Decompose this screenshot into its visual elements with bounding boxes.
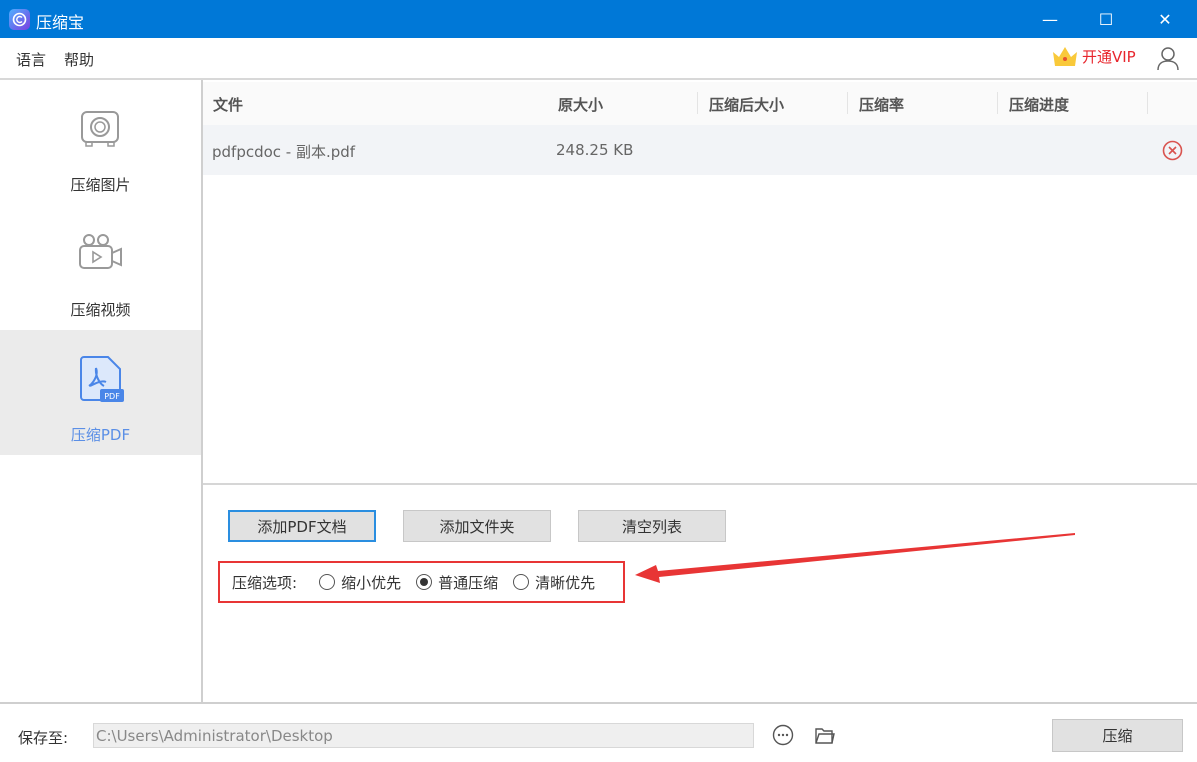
column-separator [1147,92,1148,114]
sidebar: 压缩图片 压缩视频 PDF 压缩PDF [0,80,203,702]
video-camera-icon [79,234,122,269]
app-logo-icon [9,9,30,30]
column-file[interactable]: 文件 [213,94,243,115]
option-clarity[interactable]: 清晰优先 [513,572,595,593]
sidebar-item-label: 压缩PDF [70,426,131,444]
remove-icon[interactable] [1162,140,1183,161]
user-icon[interactable] [1157,47,1179,71]
column-separator [847,92,848,114]
table-header: 文件 原大小 压缩后大小 压缩率 压缩进度 [203,82,1197,125]
svg-text:PDF: PDF [104,392,120,401]
radio-button-selected[interactable] [416,574,433,590]
option-label: 清晰优先 [535,573,596,592]
column-progress[interactable]: 压缩进度 [1009,94,1069,115]
radio-button[interactable] [319,574,336,590]
close-button[interactable]: ✕ [1142,0,1188,38]
sidebar-item-compress-image[interactable]: 压缩图片 [0,80,201,205]
radio-button[interactable] [513,574,530,590]
vip-label: 开通VIP [1082,47,1136,66]
column-separator [697,92,698,114]
vip-button[interactable]: 开通VIP [1051,44,1136,68]
title-bar: 压缩宝 — ☐ ✕ [0,0,1197,38]
option-label: 普通压缩 [438,573,499,592]
column-original-size[interactable]: 原大小 [558,94,603,115]
option-normal[interactable]: 普通压缩 [416,572,498,593]
crown-icon [1053,47,1077,66]
option-smaller[interactable]: 缩小优先 [319,572,401,593]
minimize-button[interactable]: — [1027,0,1073,38]
annotation-arrow-icon [635,533,1075,583]
file-size: 248.25 KB [556,141,634,159]
save-path-input[interactable]: C:\Users\Administrator\Desktop [93,723,754,748]
add-pdf-button[interactable]: 添加PDF文档 [228,510,376,542]
column-rate[interactable]: 压缩率 [859,94,904,115]
more-options-icon[interactable] [772,724,794,746]
file-name: pdfpcdoc - 副本.pdf [212,143,356,161]
folder-icon[interactable] [814,724,836,746]
options-label: 压缩选项: [232,573,298,592]
sidebar-item-compress-pdf[interactable]: PDF 压缩PDF [0,330,201,455]
divider [0,702,1197,704]
option-label: 缩小优先 [341,573,402,592]
menu-language[interactable]: 语言 [16,49,46,70]
save-to-label: 保存至: [18,729,69,747]
sidebar-item-compress-video[interactable]: 压缩视频 [0,205,201,330]
camera-icon [81,111,119,147]
add-folder-button[interactable]: 添加文件夹 [403,510,551,542]
divider [203,483,1197,485]
sidebar-item-label: 压缩图片 [70,176,131,194]
table-row[interactable]: pdfpcdoc - 副本.pdf 248.25 KB [203,125,1197,175]
window-title: 压缩宝 [36,13,85,32]
menu-help[interactable]: 帮助 [64,49,94,70]
compression-options: 压缩选项: 缩小优先 普通压缩 清晰优先 [218,561,625,603]
column-separator [997,92,998,114]
compress-button[interactable]: 压缩 [1052,719,1183,752]
menu-bar: 语言 帮助 开通VIP [0,38,1197,80]
column-compressed-size[interactable]: 压缩后大小 [709,94,784,115]
maximize-button[interactable]: ☐ [1083,0,1129,38]
pdf-file-icon: PDF [80,356,124,402]
sidebar-item-label: 压缩视频 [70,301,131,319]
